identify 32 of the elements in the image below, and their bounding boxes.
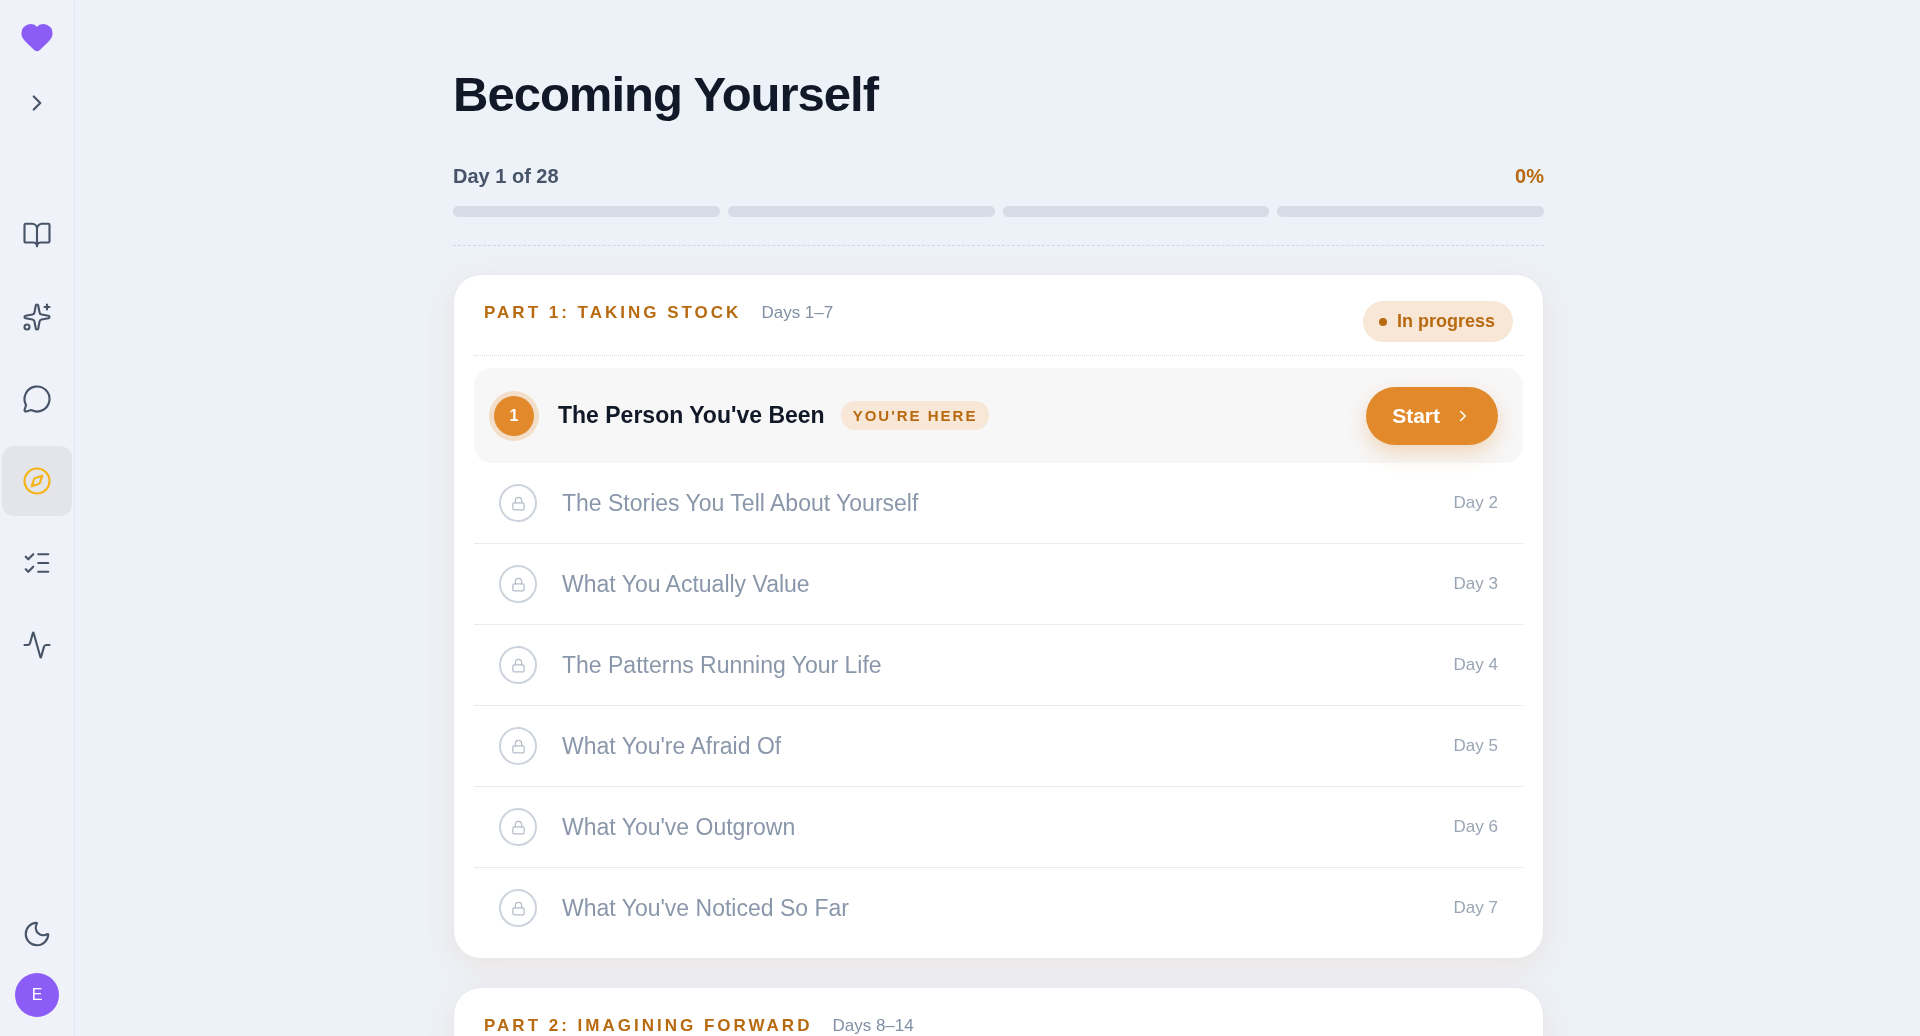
lesson-title: What You Actually Value: [562, 570, 810, 598]
lesson-title: The Person You've Been: [558, 402, 825, 429]
day-label: Day 7: [1453, 898, 1498, 918]
lock-icon: [499, 565, 537, 603]
lesson-title: What You're Afraid Of: [562, 732, 782, 760]
day-label: Day 3: [1453, 574, 1498, 594]
day-label: Day 6: [1453, 817, 1498, 837]
lock-icon: [499, 484, 537, 522]
moon-icon[interactable]: [22, 919, 52, 949]
day-label: Day 2: [1453, 493, 1498, 513]
part-days: Days 8–14: [832, 1016, 914, 1036]
day-label: Day 5: [1453, 736, 1498, 756]
part-days: Days 1–7: [761, 303, 834, 323]
lesson-title: The Patterns Running Your Life: [562, 651, 882, 679]
status-pill: In progress: [1362, 301, 1513, 342]
page-title: Becoming Yourself: [453, 66, 881, 122]
lock-icon: [499, 646, 537, 684]
day-label: Day 4: [1453, 655, 1498, 675]
lesson-title: What You've Outgrown: [562, 813, 796, 841]
day-progress-label: Day 1 of 28: [453, 165, 559, 188]
you-are-here-badge: YOU'RE HERE: [840, 401, 990, 430]
start-button[interactable]: Start: [1366, 386, 1498, 445]
part-title: PART 2: IMAGINING FORWARD: [484, 1016, 813, 1036]
lesson-title: The Stories You Tell About Yourself: [562, 489, 919, 517]
current-lesson-row[interactable]: 1 The Person You've Been YOU'RE HERE Start: [474, 368, 1523, 463]
lock-icon: [499, 727, 537, 765]
lock-icon: [499, 889, 537, 927]
user-avatar[interactable]: E: [15, 973, 59, 1017]
part-title: PART 1: TAKING STOCK: [484, 303, 742, 323]
lesson-title: What You've Noticed So Far: [562, 894, 849, 922]
lock-icon: [499, 808, 537, 846]
progress-percent: 0%: [1515, 165, 1544, 188]
